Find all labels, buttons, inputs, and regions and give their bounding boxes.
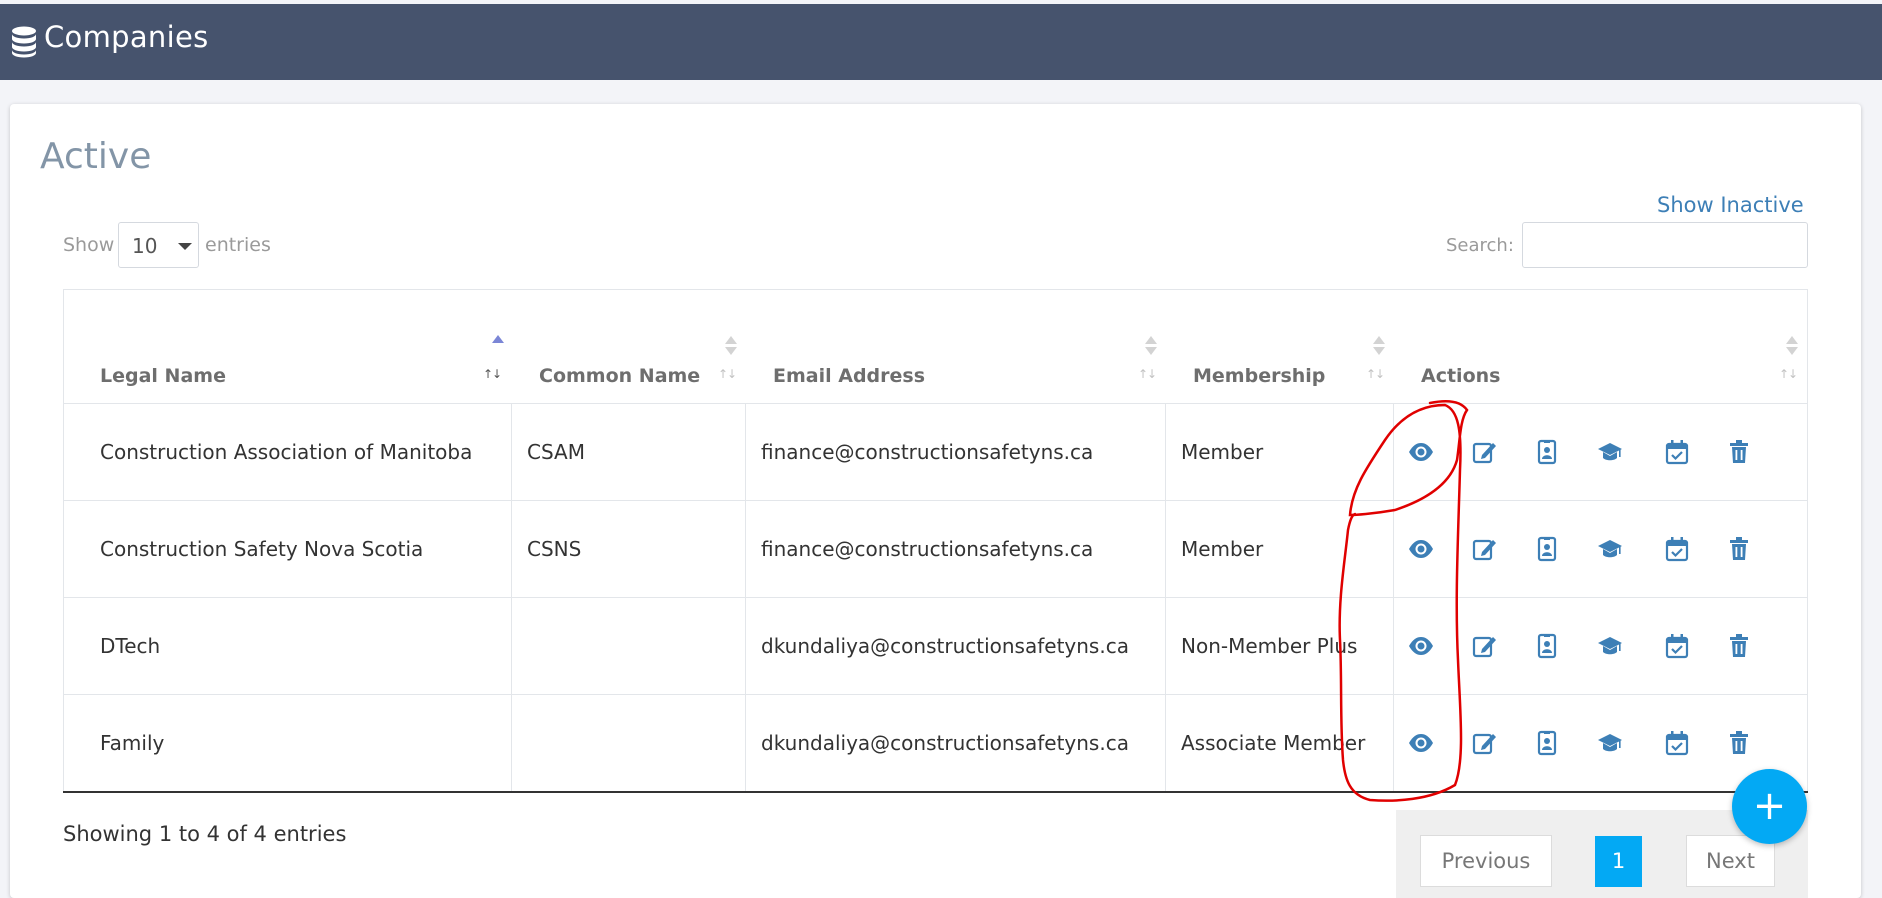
table-header-divider — [63, 403, 1808, 404]
row-divider — [63, 597, 1808, 598]
section-heading: Active — [40, 136, 152, 177]
page-title: Companies — [44, 20, 209, 54]
id-badge-icon[interactable] — [1534, 439, 1560, 465]
table-bottom-border — [63, 791, 1808, 793]
plus-icon: + — [1752, 783, 1787, 829]
eye-icon[interactable] — [1408, 439, 1434, 465]
sort-up-icon — [1145, 336, 1157, 344]
chevron-down-icon — [178, 243, 192, 250]
calendar-check-icon[interactable] — [1664, 536, 1690, 562]
show-inactive-link[interactable]: Show Inactive — [1657, 193, 1804, 217]
column-header-email-address[interactable]: Email Address — [773, 365, 925, 387]
graduation-cap-icon[interactable] — [1597, 536, 1623, 562]
column-divider — [1165, 404, 1166, 792]
sort-down-icon — [1786, 347, 1798, 355]
trash-icon[interactable] — [1726, 439, 1752, 465]
cell-email: finance@constructionsafetyns.ca — [761, 440, 1094, 464]
sort-toggle-icon: ↑↓ — [1138, 367, 1157, 381]
calendar-check-icon[interactable] — [1664, 439, 1690, 465]
column-divider — [511, 404, 512, 792]
edit-icon[interactable] — [1472, 633, 1498, 659]
edit-icon[interactable] — [1472, 439, 1498, 465]
cell-email: dkundaliya@constructionsafetyns.ca — [761, 731, 1129, 755]
add-company-button[interactable]: + — [1732, 769, 1807, 844]
cell-common-name: CSNS — [527, 537, 582, 561]
calendar-check-icon[interactable] — [1664, 633, 1690, 659]
entries-label: entries — [205, 234, 271, 256]
eye-icon[interactable] — [1408, 633, 1434, 659]
sort-up-icon — [1786, 336, 1798, 344]
eye-icon[interactable] — [1408, 536, 1434, 562]
cell-legal-name: Construction Safety Nova Scotia — [100, 537, 424, 561]
sort-toggle-icon: ↑↓ — [718, 367, 737, 381]
page-1-button[interactable]: 1 — [1595, 836, 1642, 887]
cell-email: dkundaliya@constructionsafetyns.ca — [761, 634, 1129, 658]
edit-icon[interactable] — [1472, 730, 1498, 756]
search-input[interactable] — [1522, 222, 1808, 268]
entries-select[interactable]: 10 — [118, 222, 199, 268]
graduation-cap-icon[interactable] — [1597, 633, 1623, 659]
cell-membership: Non-Member Plus — [1181, 634, 1358, 658]
cell-membership: Member — [1181, 537, 1264, 561]
sort-toggle-icon: ↑↓ — [1366, 367, 1385, 381]
sort-up-icon — [1373, 336, 1385, 344]
row-divider — [63, 500, 1808, 501]
database-icon — [10, 26, 38, 58]
trash-icon[interactable] — [1726, 536, 1752, 562]
table-info: Showing 1 to 4 of 4 entries — [63, 822, 347, 846]
cell-legal-name: Construction Association of Manitoba — [100, 440, 473, 464]
id-badge-icon[interactable] — [1534, 633, 1560, 659]
sort-ascending-icon — [492, 335, 504, 343]
cell-membership: Associate Member — [1181, 731, 1366, 755]
trash-icon[interactable] — [1726, 633, 1752, 659]
top-bar: Companies — [0, 4, 1882, 80]
sort-down-icon — [1373, 347, 1385, 355]
cell-legal-name: DTech — [100, 634, 161, 658]
show-label: Show — [63, 234, 115, 256]
cell-legal-name: Family — [100, 731, 165, 755]
column-header-common-name[interactable]: Common Name — [539, 365, 700, 387]
graduation-cap-icon[interactable] — [1597, 439, 1623, 465]
cell-common-name: CSAM — [527, 440, 585, 464]
trash-icon[interactable] — [1726, 730, 1752, 756]
column-divider — [745, 404, 746, 792]
row-divider — [63, 694, 1808, 695]
column-header-legal-name[interactable]: Legal Name — [100, 365, 226, 387]
calendar-check-icon[interactable] — [1664, 730, 1690, 756]
cell-membership: Member — [1181, 440, 1264, 464]
previous-button[interactable]: Previous — [1420, 835, 1552, 887]
sort-down-icon — [1145, 347, 1157, 355]
eye-icon[interactable] — [1408, 730, 1434, 756]
entries-select-value: 10 — [132, 234, 158, 258]
edit-icon[interactable] — [1472, 536, 1498, 562]
sort-toggle-icon: ↑↓ — [1779, 367, 1798, 381]
sort-up-icon — [725, 336, 737, 344]
sort-toggle-icon: ↑↓ — [483, 367, 502, 381]
column-header-membership[interactable]: Membership — [1193, 365, 1325, 387]
graduation-cap-icon[interactable] — [1597, 730, 1623, 756]
id-badge-icon[interactable] — [1534, 730, 1560, 756]
id-badge-icon[interactable] — [1534, 536, 1560, 562]
sort-down-icon — [725, 347, 737, 355]
search-label: Search: — [1446, 235, 1514, 256]
column-header-actions: Actions — [1421, 365, 1501, 387]
column-divider — [1393, 404, 1394, 792]
cell-email: finance@constructionsafetyns.ca — [761, 537, 1094, 561]
